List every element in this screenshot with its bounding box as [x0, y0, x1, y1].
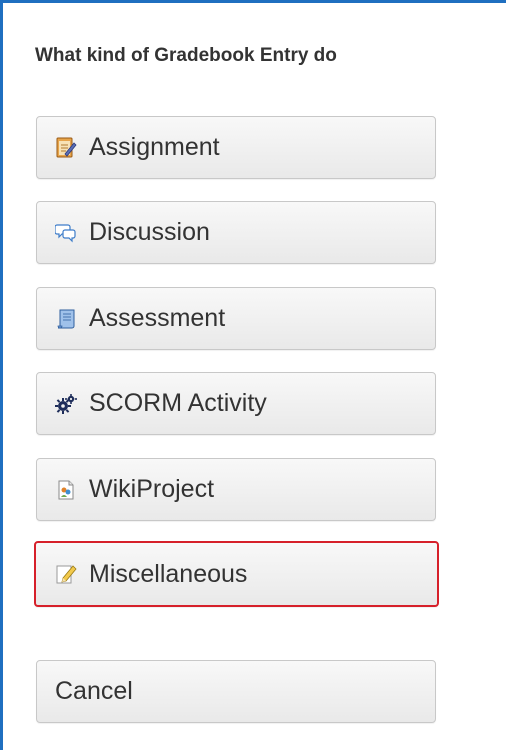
- miscellaneous-button[interactable]: Miscellaneous: [34, 541, 439, 607]
- cancel-button[interactable]: Cancel: [36, 660, 436, 723]
- wikiproject-button[interactable]: WikiProject: [36, 458, 436, 521]
- cancel-label: Cancel: [55, 677, 133, 705]
- miscellaneous-pencil-icon: [55, 563, 77, 585]
- scorm-activity-label: SCORM Activity: [89, 389, 267, 417]
- miscellaneous-label: Miscellaneous: [89, 559, 248, 588]
- scorm-activity-button[interactable]: SCORM Activity: [36, 372, 436, 435]
- assignment-icon: [55, 137, 77, 159]
- dialog-prompt: What kind of Gradebook Entry do: [35, 45, 337, 66]
- discussion-label: Discussion: [89, 218, 210, 246]
- scorm-gear-icon: [55, 393, 77, 415]
- assignment-label: Assignment: [89, 133, 220, 161]
- assessment-icon: [55, 308, 77, 330]
- discussion-button[interactable]: Discussion: [36, 201, 436, 264]
- wikiproject-icon: [55, 479, 77, 501]
- discussion-icon: [54, 222, 77, 244]
- dialog-panel: What kind of Gradebook Entry do Assignme…: [0, 0, 506, 750]
- assessment-label: Assessment: [89, 304, 226, 332]
- assignment-button[interactable]: Assignment: [36, 116, 436, 179]
- assessment-button[interactable]: Assessment: [36, 287, 436, 350]
- wikiproject-label: WikiProject: [89, 475, 215, 503]
